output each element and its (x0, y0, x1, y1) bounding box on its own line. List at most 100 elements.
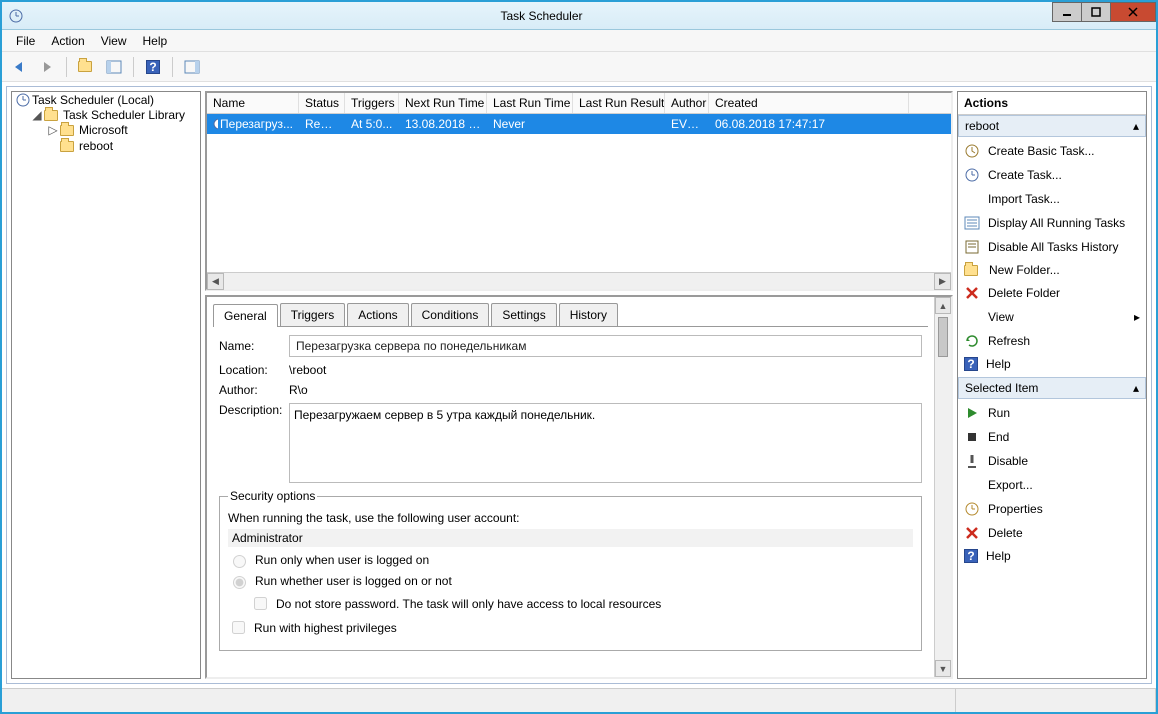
tree-microsoft[interactable]: ▷ Microsoft (48, 123, 200, 137)
action-import-task[interactable]: Import Task... (958, 187, 1146, 211)
tree-microsoft-label: Microsoft (79, 123, 128, 137)
label-author: Author: (219, 383, 289, 397)
security-account: Administrator (228, 529, 913, 547)
folder-icon (44, 110, 58, 121)
col-next-run[interactable]: Next Run Time (399, 93, 487, 113)
help-icon: ? (146, 60, 160, 74)
task-row[interactable]: Перезагруз... Ready At 5:0... 13.08.2018… (207, 114, 951, 134)
action-label: Disable (988, 454, 1028, 468)
task-list-header: Name Status Triggers Next Run Time Last … (207, 93, 951, 114)
action-delete[interactable]: Delete (958, 521, 1146, 545)
col-created[interactable]: Created (709, 93, 909, 113)
tab-triggers[interactable]: Triggers (280, 303, 346, 326)
checkbox-highest-privileges[interactable] (232, 621, 245, 634)
tree-library[interactable]: ◢ Task Scheduler Library (32, 108, 200, 122)
radio-run-whether[interactable] (233, 576, 246, 589)
action-new-folder[interactable]: New Folder... (958, 259, 1146, 281)
forward-button[interactable] (36, 56, 58, 78)
cell-created: 06.08.2018 17:47:17 (709, 114, 909, 134)
menu-view[interactable]: View (93, 31, 135, 51)
up-folder-button[interactable] (75, 56, 97, 78)
tab-settings[interactable]: Settings (491, 303, 556, 326)
history-icon (964, 239, 980, 255)
action-delete-folder[interactable]: Delete Folder (958, 281, 1146, 305)
action-display-running[interactable]: Display All Running Tasks (958, 211, 1146, 235)
action-export[interactable]: Export... (958, 473, 1146, 497)
action-label: Run (988, 406, 1010, 420)
toolbar-separator (133, 57, 134, 77)
menu-file[interactable]: File (8, 31, 43, 51)
label-run-only-logged: Run only when user is logged on (255, 553, 429, 567)
collapse-icon: ▴ (1133, 119, 1139, 133)
col-author[interactable]: Author (665, 93, 709, 113)
main-content: Task Scheduler (Local) ◢ Task Scheduler … (6, 86, 1152, 684)
scroll-up-button[interactable]: ▲ (935, 297, 951, 314)
action-label: Import Task... (988, 192, 1060, 206)
window-title: Task Scheduler (30, 9, 1053, 23)
tab-conditions[interactable]: Conditions (411, 303, 490, 326)
app-window: Task Scheduler File Action View Help ? (0, 0, 1158, 714)
action-label: Display All Running Tasks (988, 216, 1125, 230)
cell-next: 13.08.2018 5:... (399, 114, 487, 134)
col-status[interactable]: Status (299, 93, 345, 113)
minimize-button[interactable] (1052, 2, 1082, 22)
action-label: Create Task... (988, 168, 1062, 182)
scroll-right-button[interactable]: ▶ (934, 273, 951, 290)
scroll-down-button[interactable]: ▼ (935, 660, 951, 677)
col-last-run[interactable]: Last Run Time (487, 93, 573, 113)
task-list-body[interactable]: Перезагруз... Ready At 5:0... 13.08.2018… (207, 114, 951, 272)
close-button[interactable] (1110, 2, 1156, 22)
action-disable-history[interactable]: Disable All Tasks History (958, 235, 1146, 259)
clock-icon (213, 118, 218, 130)
action-help-selected[interactable]: ?Help (958, 545, 1146, 567)
label-run-whether: Run whether user is logged on or not (255, 574, 452, 588)
col-name[interactable]: Name (207, 93, 299, 113)
menu-action[interactable]: Action (43, 31, 92, 51)
action-end[interactable]: End (958, 425, 1146, 449)
show-actions-button[interactable] (181, 56, 203, 78)
cell-triggers: At 5:0... (345, 114, 399, 134)
checkbox-do-not-store[interactable] (254, 597, 267, 610)
col-result[interactable]: Last Run Result (573, 93, 665, 113)
field-name[interactable]: Перезагрузка сервера по понедельникам (289, 335, 922, 357)
action-create-basic-task[interactable]: Create Basic Task... (958, 139, 1146, 163)
menu-help[interactable]: Help (135, 31, 176, 51)
list-icon (964, 215, 980, 231)
navigation-tree[interactable]: Task Scheduler (Local) ◢ Task Scheduler … (11, 91, 201, 679)
action-refresh[interactable]: Refresh (958, 329, 1146, 353)
field-description[interactable]: Перезагружаем сервер в 5 утра каждый пон… (289, 403, 922, 483)
action-properties[interactable]: Properties (958, 497, 1146, 521)
action-view[interactable]: View▸ (958, 305, 1146, 329)
blank-icon (964, 477, 980, 493)
horizontal-scrollbar[interactable]: ◀ ▶ (207, 272, 951, 289)
task-list: Name Status Triggers Next Run Time Last … (205, 91, 953, 291)
tree-reboot[interactable]: reboot (48, 139, 200, 153)
properties-icon (964, 501, 980, 517)
scroll-left-button[interactable]: ◀ (207, 273, 224, 290)
action-help[interactable]: ?Help (958, 353, 1146, 375)
help-toolbar-button[interactable]: ? (142, 56, 164, 78)
back-button[interactable] (8, 56, 30, 78)
tab-history[interactable]: History (559, 303, 618, 326)
action-run[interactable]: Run (958, 401, 1146, 425)
tab-general[interactable]: General (213, 304, 278, 327)
stop-icon (964, 429, 980, 445)
action-label: Delete (988, 526, 1023, 540)
expand-icon[interactable]: ▷ (48, 123, 58, 137)
action-disable[interactable]: Disable (958, 449, 1146, 473)
action-label: New Folder... (989, 263, 1060, 277)
radio-run-only-logged[interactable] (233, 555, 246, 568)
folder-icon (60, 141, 74, 152)
vertical-scrollbar[interactable]: ▲ ▼ (934, 297, 951, 677)
actions-selected-header[interactable]: Selected Item ▴ (958, 377, 1146, 399)
collapse-icon[interactable]: ◢ (32, 108, 42, 122)
scroll-thumb[interactable] (938, 317, 948, 357)
maximize-button[interactable] (1081, 2, 1111, 22)
toggle-console-button[interactable] (103, 56, 125, 78)
tab-actions[interactable]: Actions (347, 303, 408, 326)
col-triggers[interactable]: Triggers (345, 93, 399, 113)
actions-context-header[interactable]: reboot ▴ (958, 115, 1146, 137)
titlebar: Task Scheduler (2, 2, 1156, 30)
action-create-task[interactable]: Create Task... (958, 163, 1146, 187)
tree-root[interactable]: Task Scheduler (Local) (16, 93, 200, 107)
